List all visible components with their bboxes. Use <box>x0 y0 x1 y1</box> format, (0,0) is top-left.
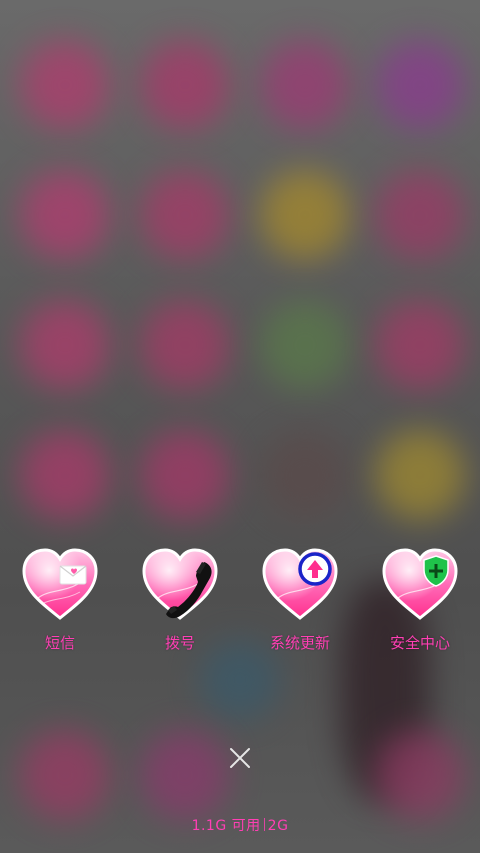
blurred-icon <box>375 430 465 520</box>
blurred-icon <box>140 170 230 260</box>
update-heart-icon <box>260 544 340 624</box>
memory-total: 2G <box>267 818 289 834</box>
close-button[interactable] <box>226 744 254 772</box>
blurred-icon <box>20 430 110 520</box>
memory-status: 1.1G 可用 2G <box>0 815 480 835</box>
blurred-icon <box>260 430 350 520</box>
blurred-home-screen-background <box>0 0 480 853</box>
blurred-icon <box>260 170 350 260</box>
blurred-icon <box>20 170 110 260</box>
app-security-center-label: 安全中心 <box>389 634 450 652</box>
message-heart-icon <box>20 544 100 624</box>
blurred-icon <box>375 40 465 130</box>
blurred-icon <box>260 300 350 390</box>
app-system-update[interactable]: 系统更新 <box>240 540 360 670</box>
app-dialer-label: 拨号 <box>164 634 195 652</box>
blurred-icon <box>375 170 465 260</box>
blurred-icon <box>140 730 230 820</box>
blurred-icon <box>20 730 110 820</box>
app-dock: 短信 拨号 系统更新 安全中心 <box>0 540 480 670</box>
blurred-icon <box>140 430 230 520</box>
blurred-icon <box>140 300 230 390</box>
phone-heart-icon <box>140 544 220 624</box>
memory-separator <box>263 818 265 831</box>
blurred-icon <box>375 730 465 820</box>
app-dialer[interactable]: 拨号 <box>120 540 240 670</box>
security-heart-icon <box>380 544 460 624</box>
blurred-icon <box>20 40 110 130</box>
app-security-center[interactable]: 安全中心 <box>360 540 480 670</box>
close-icon <box>230 748 250 768</box>
app-system-update-label: 系统更新 <box>269 634 330 652</box>
app-messages[interactable]: 短信 <box>0 540 120 670</box>
blurred-icon <box>375 300 465 390</box>
blurred-icon <box>20 300 110 390</box>
app-messages-label: 短信 <box>44 634 75 652</box>
memory-available: 1.1G 可用 <box>191 818 261 834</box>
blurred-icon <box>260 40 350 130</box>
blurred-icon <box>140 40 230 130</box>
